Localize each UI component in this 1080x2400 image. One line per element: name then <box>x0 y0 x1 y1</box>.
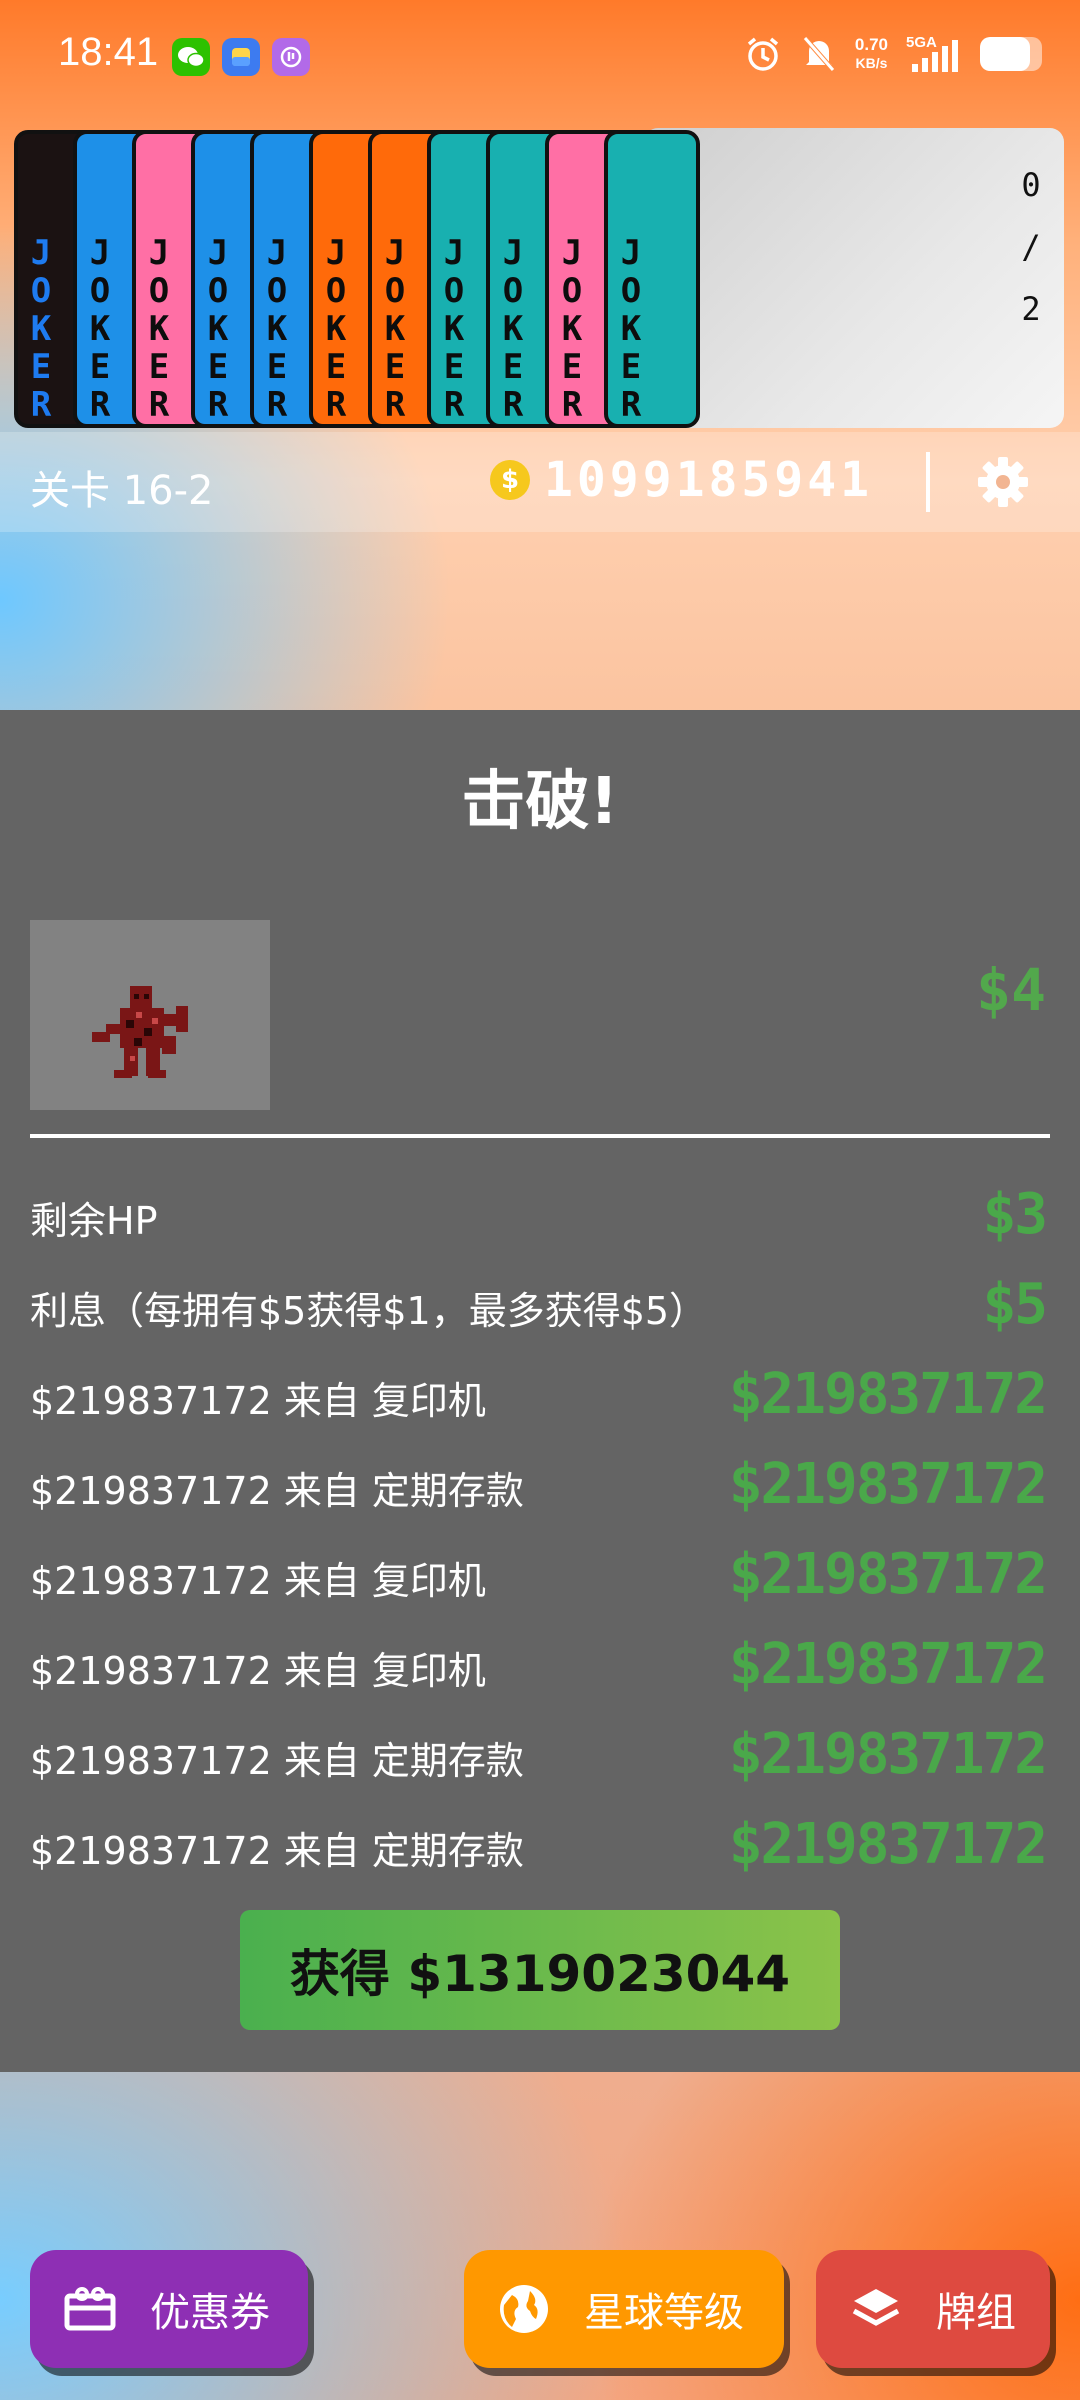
reward-row-value: $219837172 <box>728 1722 1048 1787</box>
reward-row-label: $219837172 来自 定期存款 <box>30 1829 524 1873</box>
ticket-icon <box>60 2279 120 2339</box>
reward-row-label: $219837172 来自 复印机 <box>30 1559 486 1603</box>
joker-card-label: JOKER <box>89 233 111 425</box>
joker-card-label: JOKER <box>30 233 52 425</box>
deck-label: 牌组 <box>936 2290 1016 2336</box>
reward-row-label: $219837172 来自 复印机 <box>30 1649 486 1693</box>
monster-image <box>30 920 270 1110</box>
notification-icons <box>172 38 310 76</box>
joker-card-label: JOKER <box>502 233 524 425</box>
monster-reward: $4 <box>976 956 1046 1024</box>
reward-row-value: $219837172 <box>728 1812 1048 1877</box>
status-bar: 18:41 0.70 KB/s 5GA <box>0 0 1080 112</box>
progress-panel: 0/2 <box>644 128 1064 428</box>
coin-icon: $ <box>490 460 530 500</box>
joker-card-label: JOKER <box>620 233 642 425</box>
reward-row-label: $219837172 来自 复印机 <box>30 1379 486 1423</box>
joker-card-label: JOKER <box>561 233 583 425</box>
coupon-button[interactable]: 优惠券 <box>30 2250 308 2368</box>
battery-icon <box>980 37 1042 71</box>
wechat-icon <box>172 38 210 76</box>
separator <box>30 1134 1050 1138</box>
tiktok-lite-icon <box>272 38 310 76</box>
coin-balance: 1099185941 <box>544 452 873 508</box>
app-notification-icon <box>222 38 260 76</box>
joker-card[interactable]: JOKER <box>604 130 700 428</box>
joker-card-label: JOKER <box>443 233 465 425</box>
reward-row-label: $219837172 来自 定期存款 <box>30 1469 524 1513</box>
signal-icon: 5GA <box>906 34 962 74</box>
layers-icon <box>846 2279 906 2339</box>
progress-text: 0/2 <box>1021 166 1041 328</box>
reward-row-value: $3 <box>982 1182 1048 1247</box>
coupon-label: 优惠券 <box>150 2290 270 2336</box>
planet-level-button[interactable]: 星球等级 <box>464 2250 784 2368</box>
reward-row-label: 剩余HP <box>30 1199 158 1243</box>
reward-row-value: $219837172 <box>728 1362 1048 1427</box>
panel-title: 击破! <box>461 765 619 839</box>
level-label: 关卡 16-2 <box>30 468 214 514</box>
joker-card-label: JOKER <box>325 233 347 425</box>
reward-row-value: $5 <box>982 1272 1048 1337</box>
reward-row-label: $219837172 来自 定期存款 <box>30 1739 524 1783</box>
deck-button[interactable]: 牌组 <box>816 2250 1050 2368</box>
system-status: 0.70 KB/s 5GA <box>743 34 1042 74</box>
joker-card-label: JOKER <box>207 233 229 425</box>
globe-icon <box>494 2279 554 2339</box>
mute-icon <box>803 36 835 72</box>
reward-row-value: $219837172 <box>728 1542 1048 1607</box>
info-bar: 关卡 16-2 $ 1099185941 <box>0 432 1080 532</box>
defeat-result-panel: 击破! $4 剩余HP $3 利息（每拥有$5获得$1，最多获得$5） $5 $… <box>0 710 1080 2072</box>
collect-reward-button[interactable]: 获得 $1319023044 <box>240 1910 840 2030</box>
network-speed: 0.70 KB/s <box>854 35 888 72</box>
status-time: 18:41 <box>58 30 159 74</box>
joker-card-label: JOKER <box>384 233 406 425</box>
joker-card-label: JOKER <box>266 233 288 425</box>
alarm-icon <box>747 37 779 71</box>
joker-card-label: JOKER <box>148 233 170 425</box>
reward-row-value: $219837172 <box>728 1632 1048 1697</box>
planet-level-label: 星球等级 <box>584 2290 744 2336</box>
divider <box>926 452 930 512</box>
reward-row-label: 利息（每拥有$5获得$1，最多获得$5） <box>30 1289 708 1333</box>
settings-gear-icon[interactable] <box>975 454 1031 510</box>
reward-row-value: $219837172 <box>728 1452 1048 1517</box>
